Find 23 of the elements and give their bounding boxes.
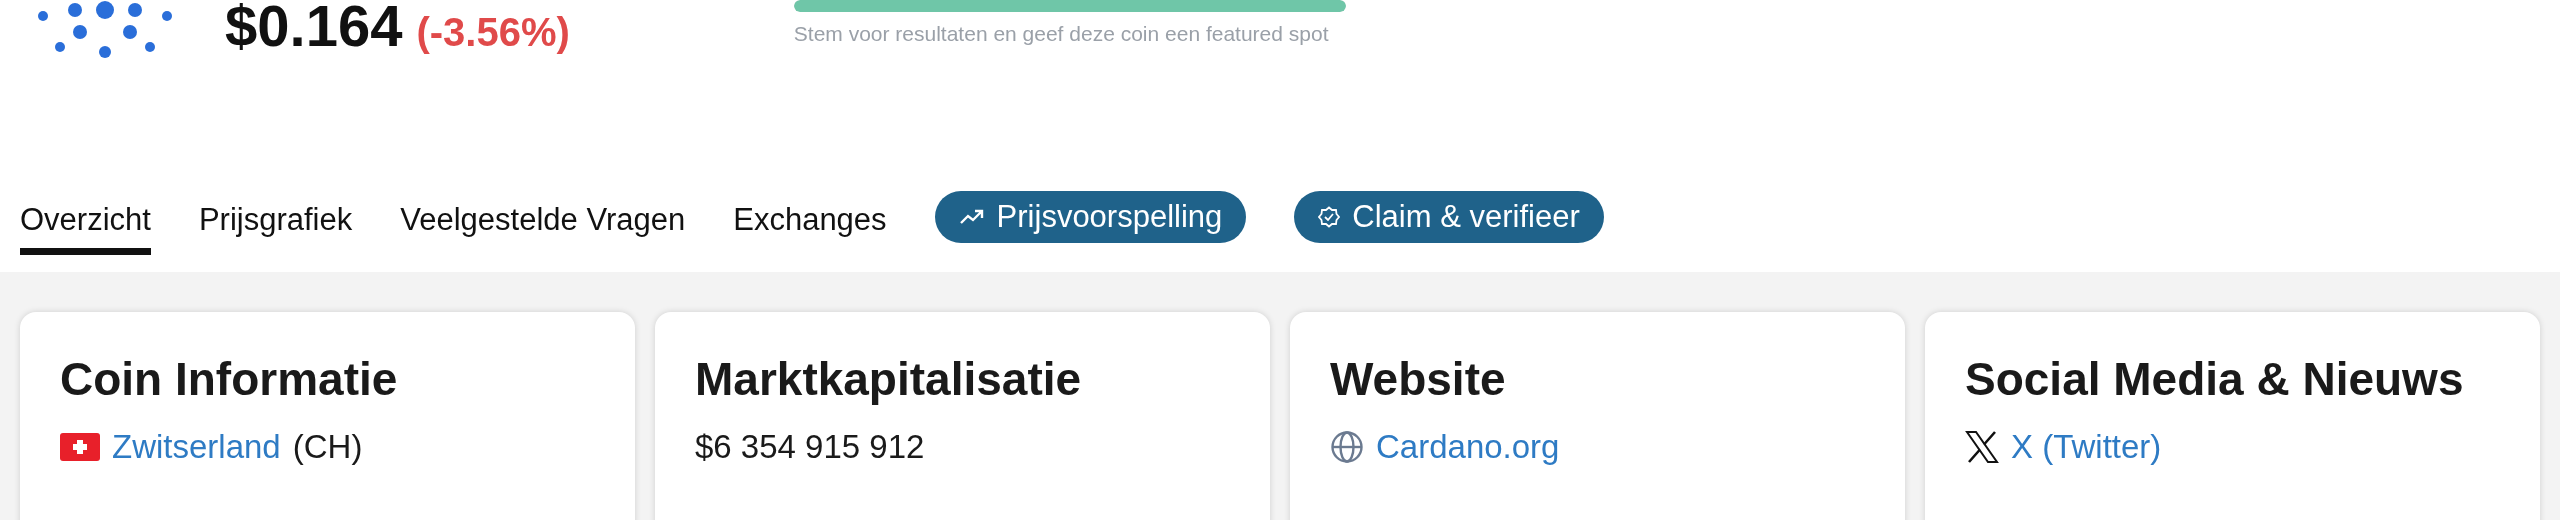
card-title: Social Media & Nieuws xyxy=(1965,352,2465,406)
tab-button[interactable]: Claim & verifieer xyxy=(1294,191,1604,243)
link[interactable]: Zwitserland xyxy=(112,428,281,466)
tab[interactable]: Overzicht xyxy=(20,187,151,255)
price: $0.164 xyxy=(225,0,403,59)
tab-button[interactable]: Prijsvoorspelling xyxy=(934,191,1247,243)
verified-badge-icon xyxy=(1318,206,1341,228)
card-title: Marktkapitalisatie xyxy=(695,352,1083,406)
tab[interactable]: Veelgestelde Vragen xyxy=(400,187,686,255)
card-title: Website xyxy=(1330,352,1507,406)
link[interactable]: Cardano.org xyxy=(1376,428,1560,466)
card-text: $6 354 915 912 xyxy=(695,428,925,466)
globe-icon xyxy=(1330,430,1364,464)
trend-icon xyxy=(958,208,985,226)
swiss-flag-icon xyxy=(60,433,100,461)
card-title: Coin Informatie xyxy=(60,352,399,406)
price-change: (-3.56%) xyxy=(416,10,570,55)
card-text: (CH) xyxy=(292,428,363,466)
link[interactable]: X (Twitter) xyxy=(2011,428,2162,466)
tab[interactable]: Exchanges xyxy=(733,187,887,255)
x-logo-icon xyxy=(1965,430,1999,464)
tab[interactable]: Prijsgrafiek xyxy=(198,187,353,255)
vote-caption: Stem voor resultaten en geef deze coin een featured spot xyxy=(793,22,1330,46)
